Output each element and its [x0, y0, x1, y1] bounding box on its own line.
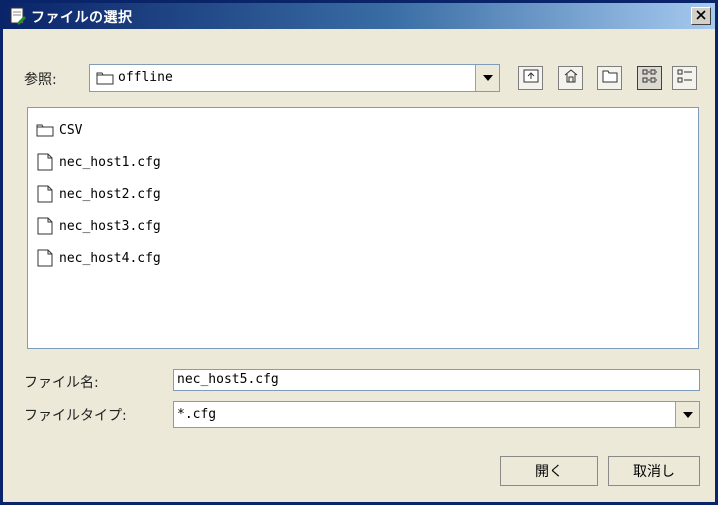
list-item[interactable]: nec_host4.cfg — [36, 246, 161, 270]
lookin-combo[interactable]: offline — [89, 64, 500, 92]
cancel-button[interactable]: 取消し — [608, 456, 700, 486]
file-chooser-dialog: ファイルの選択 参照: offline CSV nec_host1.cfg ne… — [0, 0, 718, 505]
list-item[interactable]: nec_host1.cfg — [36, 150, 161, 174]
file-icon — [37, 185, 53, 203]
file-name: nec_host3.cfg — [59, 218, 161, 234]
file-icon — [37, 217, 53, 235]
lookin-label: 参照: — [24, 72, 57, 88]
home-icon — [563, 68, 579, 88]
up-one-level-button[interactable] — [518, 66, 543, 90]
folder-icon — [36, 124, 54, 137]
filetype-value: *.cfg — [177, 407, 217, 422]
filename-label: ファイル名: — [24, 375, 99, 391]
window-title: ファイルの選択 — [31, 10, 133, 26]
up-folder-icon — [523, 69, 539, 87]
list-item[interactable]: nec_host2.cfg — [36, 182, 161, 206]
open-button[interactable]: 開く — [500, 456, 598, 486]
folder-icon — [96, 71, 114, 89]
home-button[interactable] — [558, 66, 583, 90]
file-name: CSV — [59, 122, 83, 138]
filetype-combo[interactable]: *.cfg — [173, 401, 700, 428]
title-bar[interactable]: ファイルの選択 — [3, 3, 715, 29]
lookin-dropdown-button[interactable] — [475, 65, 499, 91]
filetype-label: ファイルタイプ: — [24, 408, 127, 424]
details-view-button[interactable] — [672, 66, 697, 90]
list-item[interactable]: nec_host3.cfg — [36, 214, 161, 238]
close-icon — [696, 8, 706, 24]
chevron-down-icon — [482, 70, 494, 86]
filename-field[interactable]: nec_host5.cfg — [173, 369, 700, 391]
list-view-icon — [642, 68, 658, 88]
file-name: nec_host1.cfg — [59, 154, 161, 170]
file-icon — [37, 249, 53, 267]
list-view-button[interactable] — [637, 66, 662, 90]
lookin-value: offline — [118, 70, 173, 85]
list-item[interactable]: CSV — [36, 118, 82, 142]
file-icon — [37, 153, 53, 171]
chevron-down-icon — [682, 407, 694, 423]
new-folder-button[interactable] — [597, 66, 622, 90]
new-folder-icon — [602, 69, 618, 87]
details-view-icon — [677, 68, 693, 88]
file-list[interactable]: CSV nec_host1.cfg nec_host2.cfg nec_host… — [27, 107, 699, 349]
file-name: nec_host2.cfg — [59, 186, 161, 202]
filename-value: nec_host5.cfg — [177, 372, 279, 387]
filetype-dropdown-button[interactable] — [675, 402, 699, 427]
document-icon — [9, 7, 27, 25]
file-name: nec_host4.cfg — [59, 250, 161, 266]
close-button[interactable] — [691, 7, 711, 25]
